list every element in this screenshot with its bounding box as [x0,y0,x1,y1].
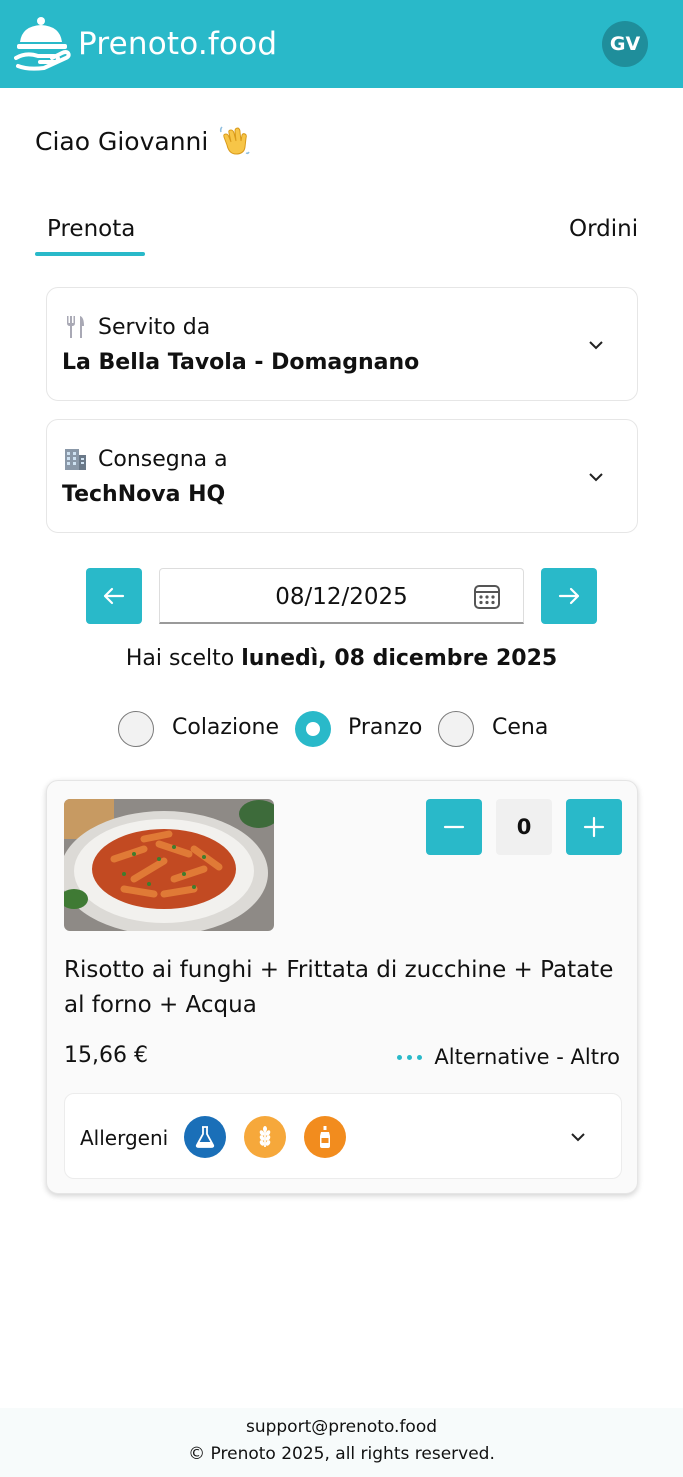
waving-hand-icon [220,126,250,155]
cloche-hand-logo-icon[interactable] [14,14,74,72]
sulphites-flask-icon [184,1116,226,1158]
date-value: 08/12/2025 [275,584,408,610]
tab-prenota[interactable]: Prenota [47,216,135,242]
chosen-date-text: Hai scelto lunedì, 08 dicembre 2025 [0,646,683,671]
radio-label-cena[interactable]: Cena [492,715,548,740]
radio-cena[interactable] [438,711,474,747]
user-avatar[interactable]: GV [602,21,648,67]
arrow-right-icon [558,587,580,605]
allergens-panel[interactable]: Allergeni [64,1093,622,1179]
previous-day-button[interactable] [86,568,142,624]
served-by-label: Servito da [98,314,211,340]
dish-name: Risotto ai funghi + Frittata di zucchine… [64,957,614,1018]
next-day-button[interactable] [541,568,597,624]
served-by-selector[interactable]: Servito da La Bella Tavola - Domagnano [46,287,638,401]
more-dots-icon [397,1054,423,1060]
increase-quantity-button[interactable] [566,799,622,855]
date-input[interactable]: 08/12/2025 [159,568,524,624]
office-building-icon [65,449,86,470]
radio-label-colazione[interactable]: Colazione [172,715,279,740]
tab-ordini[interactable]: Ordini [569,216,638,242]
greeting: Ciao Giovanni [35,125,250,157]
arrow-left-icon [103,587,125,605]
footer: support@prenoto.food © Prenoto 2025, all… [0,1408,683,1477]
dish-photo [64,799,274,931]
decrease-quantity-button[interactable] [426,799,482,855]
chevron-down-icon[interactable] [587,468,605,486]
quantity-value: 0 [496,799,552,855]
deliver-to-label: Consegna a [98,446,228,472]
served-by-value: La Bella Tavola - Domagnano [62,350,420,375]
active-tab-indicator [35,252,145,256]
app-header: Prenoto.food GV [0,0,683,88]
minus-icon [443,825,465,829]
gluten-wheat-icon [244,1116,286,1158]
chosen-date-value: lunedì, 08 dicembre 2025 [241,646,558,671]
sauce-bottle-icon [304,1116,346,1158]
menu-item-card: 0 Risotto ai funghi + Frittata di zucchi… [46,780,638,1194]
fork-knife-icon [67,316,84,338]
plus-icon [583,816,605,838]
deliver-to-selector[interactable]: Consegna a TechNova HQ [46,419,638,533]
chosen-date-prefix: Hai scelto [125,646,235,671]
brand-name[interactable]: Prenoto.food [78,26,277,62]
alternatives-link[interactable]: Alternative - Altro [397,1045,620,1069]
meal-radio-group: Colazione Pranzo Cena [0,710,683,750]
allergens-label: Allergeni [80,1126,169,1150]
support-email-link[interactable]: support@prenoto.food [0,1417,683,1437]
calendar-icon[interactable] [472,581,502,611]
chevron-down-icon[interactable] [587,336,605,354]
radio-colazione[interactable] [118,711,154,747]
greeting-text: Ciao Giovanni [35,126,209,156]
radio-pranzo[interactable] [295,711,331,747]
dish-price: 15,66 € [64,1043,148,1068]
radio-label-pranzo[interactable]: Pranzo [348,715,422,740]
alternatives-label: Alternative - Altro [434,1045,620,1069]
chevron-down-icon[interactable] [569,1128,587,1146]
copyright-text: © Prenoto 2025, all rights reserved. [188,1444,495,1464]
deliver-to-value: TechNova HQ [62,482,226,507]
